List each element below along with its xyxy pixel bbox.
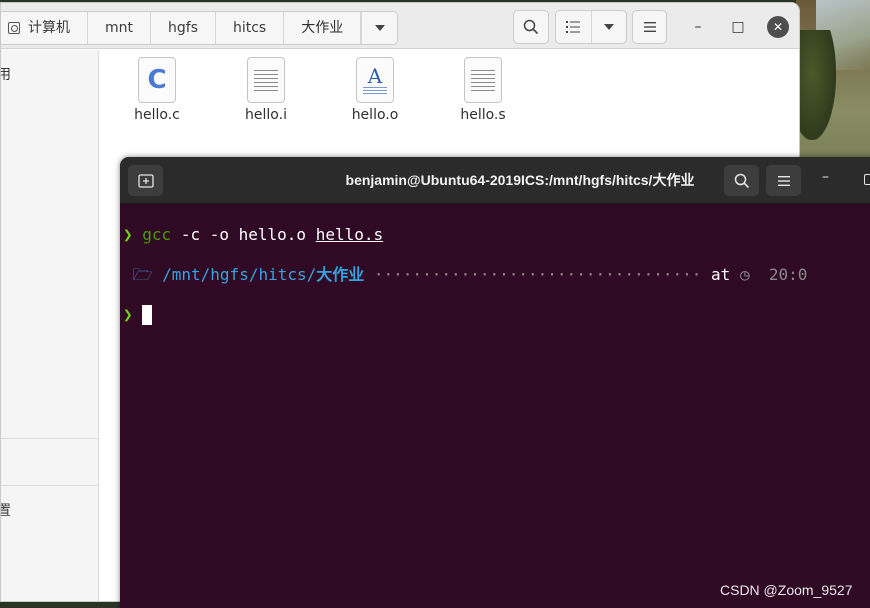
command-name: gcc [142,225,172,244]
path-segment-mnt[interactable]: mnt [88,12,151,44]
minimize-button[interactable]: – [686,15,710,39]
file-item[interactable]: A hello.o [335,57,415,123]
sidebar-item-partial[interactable]: 置 [1,500,11,520]
file-name: hello.c [134,107,180,123]
view-options-button[interactable] [590,11,626,43]
document-file-icon: A [356,57,394,103]
prompt-chevron-icon: ❯ [123,305,133,324]
new-tab-button[interactable] [128,165,163,196]
file-name: hello.i [245,107,287,123]
path-segment-label: 计算机 [28,20,70,36]
path-segment-current[interactable]: 大作业 [284,12,362,44]
path-segment-computer[interactable]: 计算机 [1,12,88,44]
cwd-path: /mnt/hgfs/hitcs/ [162,265,317,284]
sidebar-item-partial[interactable]: 用 [1,64,11,84]
command-args: -c -o hello.o [171,225,316,244]
terminal-line-prompt-info: 🗁 /mnt/hgfs/hitcs/大作业 ··················… [123,265,870,285]
search-icon [523,19,539,35]
sidebar-divider [1,438,99,439]
files-search-button[interactable] [513,10,549,44]
watermark: CSDN @Zoom_9527 [720,582,853,598]
terminal-menu-button[interactable] [766,165,801,196]
files-sidebar: 用 置 [1,50,99,601]
command-file-arg: hello.s [315,225,384,244]
drive-icon [8,22,20,34]
close-button[interactable]: ✕ [767,16,789,38]
clock-icon: ◷ [739,265,750,284]
c-source-file-icon: C [138,57,176,103]
sidebar-divider [1,485,99,486]
hamburger-menu-icon [643,22,656,32]
text-cursor [142,305,153,325]
view-toggle-group [555,10,627,44]
folder-icon: 🗁 [132,265,153,284]
prompt-chevron-icon: ❯ [123,225,133,244]
file-name: hello.o [351,107,399,123]
terminal-headerbar: benjamin@Ubuntu64-2019ICS:/mnt/hgfs/hitc… [120,157,870,204]
terminal-search-button[interactable] [724,165,759,196]
path-dropdown-button[interactable] [361,12,397,44]
file-item[interactable]: hello.i [226,57,306,123]
files-menu-button[interactable] [632,10,667,44]
wallpaper-tree [796,30,836,140]
terminal-maximize-button[interactable] [864,174,870,185]
path-bar: 计算机 mnt hgfs hitcs 大作业 [1,11,399,45]
files-headerbar: 计算机 mnt hgfs hitcs 大作业 – □ ✕ [1,3,799,49]
text-file-icon [464,57,502,103]
file-item[interactable]: hello.s [443,57,523,123]
terminal-output[interactable]: ❯ gcc -c -o hello.o hello.s 🗁 /mnt/hgfs/… [120,205,870,365]
terminal-minimize-button[interactable]: – [822,169,829,185]
hamburger-menu-icon [777,175,790,186]
maximize-button[interactable]: □ [726,15,750,39]
text-file-icon [247,57,285,103]
prompt-filler-dots: ·································· [364,265,712,284]
new-tab-icon [137,173,154,188]
prompt-time: 20:0 [768,265,808,284]
terminal-line-input: ❯ [123,305,870,325]
prompt-at-label: at [711,265,731,284]
terminal-window: benjamin@Ubuntu64-2019ICS:/mnt/hgfs/hitc… [120,157,870,608]
path-segment-hgfs[interactable]: hgfs [151,12,216,44]
path-segment-hitcs[interactable]: hitcs [216,12,285,44]
list-view-icon [566,21,581,33]
chevron-down-icon [374,25,385,31]
terminal-title: benjamin@Ubuntu64-2019ICS:/mnt/hgfs/hitc… [345,172,695,188]
search-icon [734,173,749,188]
file-item[interactable]: C hello.c [117,57,197,123]
list-view-button[interactable] [556,11,591,43]
chevron-down-icon [603,24,614,30]
file-name: hello.s [460,107,506,123]
cwd-path-last: 大作业 [316,265,365,284]
terminal-line-command: ❯ gcc -c -o hello.o hello.s [123,225,870,245]
